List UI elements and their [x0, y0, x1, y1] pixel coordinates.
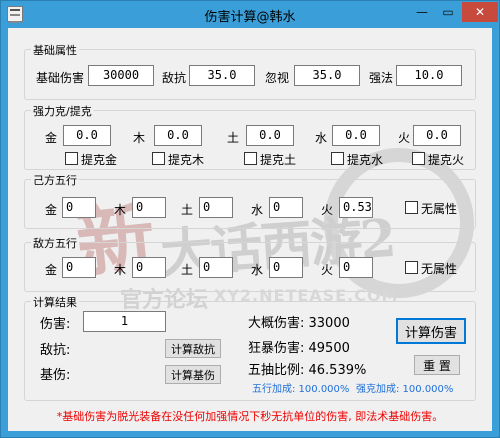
enemy-none-checkbox[interactable] — [405, 261, 418, 274]
strong-spell-label: 强法 — [369, 71, 394, 85]
restraint-wood-label: 木 — [133, 131, 146, 145]
enemy-none-label: 无属性 — [421, 262, 458, 276]
enemy-fire-label: 火 — [321, 263, 334, 277]
self-earth-label: 土 — [181, 203, 194, 217]
restraint-water-label: 水 — [315, 131, 328, 145]
base-damage-input[interactable]: 30000 — [88, 65, 154, 86]
resist-result-label: 敌抗: — [40, 343, 71, 358]
reset-button[interactable]: 重 置 — [414, 355, 460, 375]
restraint-wood-input[interactable]: 0.0 — [154, 125, 202, 146]
crit-damage-text: 狂暴伤害: 49500 — [248, 341, 350, 356]
check-fire-label: 提克火 — [428, 153, 465, 167]
close-button[interactable]: ✕ — [462, 2, 498, 22]
ignore-label: 忽视 — [265, 71, 290, 85]
enemy-wood-label: 木 — [114, 263, 127, 277]
calc-base-button[interactable]: 计算基伤 — [165, 365, 221, 384]
self-fire-label: 火 — [321, 203, 334, 217]
calc-resist-button[interactable]: 计算敌抗 — [165, 339, 221, 358]
check-wood-label: 提克木 — [168, 153, 205, 167]
self-none-checkbox[interactable] — [405, 201, 418, 214]
restraint-group-title: 强力克/提克 — [31, 103, 94, 119]
enemy-elements-title: 敌方五行 — [31, 235, 79, 251]
restraint-earth-label: 土 — [227, 131, 240, 145]
self-water-label: 水 — [251, 203, 264, 217]
self-wood-label: 木 — [114, 203, 127, 217]
app-window: 伤害计算@韩水 — ▭ ✕ 新 大话西游2 官方论坛 XY2.NETEASE.C… — [0, 0, 500, 438]
enemy-wood-input[interactable]: 0 — [132, 257, 166, 278]
enemy-earth-label: 土 — [181, 263, 194, 277]
enemy-earth-input[interactable]: 0 — [199, 257, 233, 278]
base-result-label: 基伤: — [40, 368, 71, 383]
maximize-button[interactable]: ▭ — [435, 2, 461, 22]
enemy-fire-input[interactable]: 0 — [339, 257, 373, 278]
enemy-water-input[interactable]: 0 — [269, 257, 303, 278]
check-water-checkbox[interactable] — [331, 152, 344, 165]
five-element-bonus: 五行加成: 100.000% — [252, 384, 350, 395]
strong-spell-input[interactable]: 10.0 — [396, 65, 462, 86]
check-earth-checkbox[interactable] — [244, 152, 257, 165]
restraint-fire-label: 火 — [398, 131, 411, 145]
basic-group-title: 基础属性 — [31, 42, 79, 58]
enemy-gold-input[interactable]: 0 — [62, 257, 96, 278]
enemy-water-label: 水 — [251, 263, 264, 277]
self-fire-input[interactable]: 0.53 — [339, 197, 373, 218]
approx-damage-text: 大概伤害: 33000 — [248, 316, 350, 331]
minimize-button[interactable]: — — [409, 2, 435, 22]
self-gold-label: 金 — [45, 203, 58, 217]
client-area: 新 大话西游2 官方论坛 XY2.NETEASE.COM 基础属性 基础伤害 3… — [8, 28, 492, 431]
results-title: 计算结果 — [31, 294, 79, 310]
self-gold-input[interactable]: 0 — [62, 197, 96, 218]
check-water-label: 提克水 — [347, 153, 384, 167]
check-gold-label: 提克金 — [81, 153, 118, 167]
self-water-input[interactable]: 0 — [269, 197, 303, 218]
restraint-fire-input[interactable]: 0.0 — [413, 125, 461, 146]
restraint-water-input[interactable]: 0.0 — [332, 125, 380, 146]
self-earth-input[interactable]: 0 — [199, 197, 233, 218]
check-wood-checkbox[interactable] — [152, 152, 165, 165]
restraint-earth-input[interactable]: 0.0 — [246, 125, 294, 146]
title-bar[interactable]: 伤害计算@韩水 — ▭ ✕ — [1, 1, 499, 27]
restraint-gold-input[interactable]: 0.0 — [63, 125, 111, 146]
strong-restraint-bonus: 强克加成: 100.000% — [356, 384, 454, 395]
ignore-input[interactable]: 35.0 — [294, 65, 360, 86]
calc-damage-button[interactable]: 计算伤害 — [396, 318, 466, 344]
self-elements-title: 己方五行 — [31, 172, 79, 188]
enemy-resist-input[interactable]: 35.0 — [189, 65, 255, 86]
enemy-resist-label: 敌抗 — [162, 71, 187, 85]
restraint-gold-label: 金 — [45, 131, 58, 145]
base-damage-label: 基础伤害 — [36, 71, 85, 85]
self-wood-input[interactable]: 0 — [132, 197, 166, 218]
self-none-label: 无属性 — [421, 202, 458, 216]
check-earth-label: 提克土 — [260, 153, 297, 167]
enemy-gold-label: 金 — [45, 263, 58, 277]
check-fire-checkbox[interactable] — [412, 152, 425, 165]
damage-input[interactable]: 1 — [83, 311, 166, 332]
ratio-text: 五抽比例: 46.539% — [248, 363, 367, 378]
check-gold-checkbox[interactable] — [65, 152, 78, 165]
footnote: *基础伤害为脱光装备在没任何加强情况下秒无抗单位的伤害, 即法术基础伤害。 — [56, 410, 444, 423]
damage-label: 伤害: — [40, 317, 71, 332]
